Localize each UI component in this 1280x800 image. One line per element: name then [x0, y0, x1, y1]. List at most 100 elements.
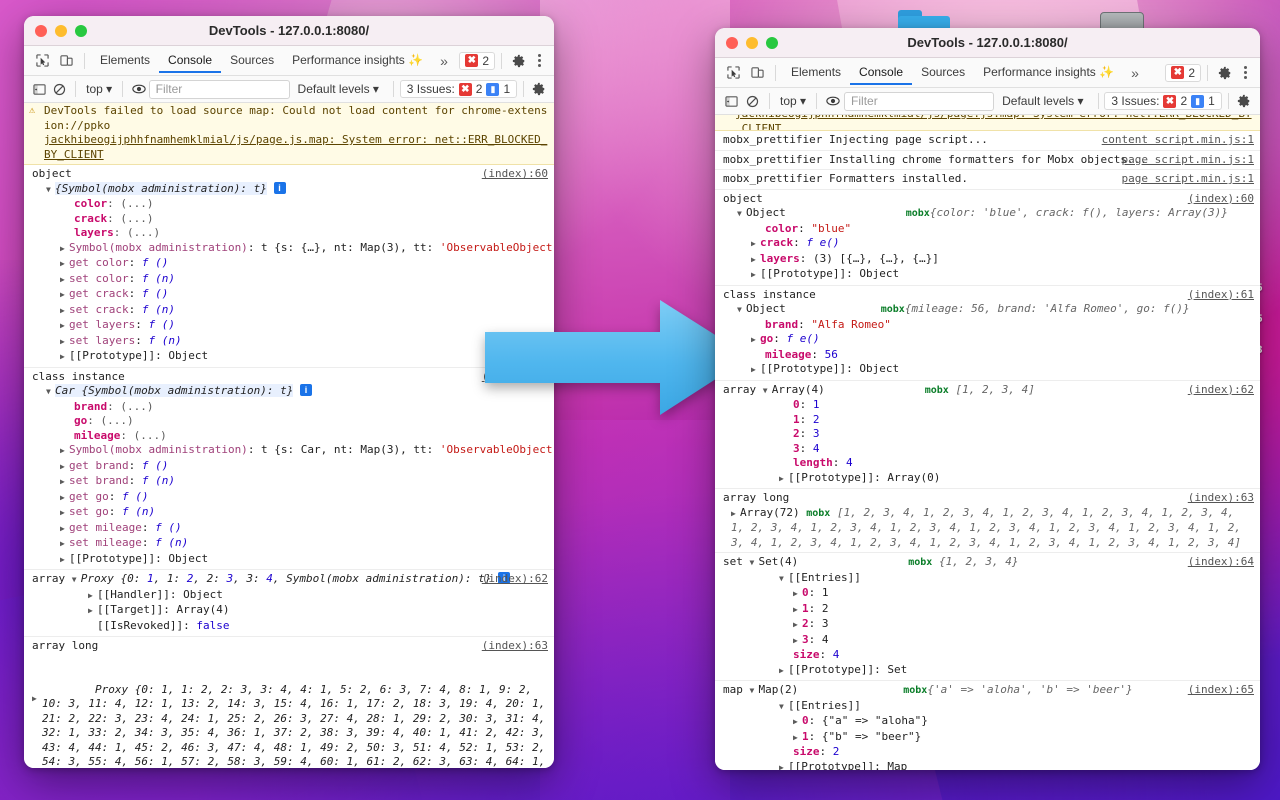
inspect-element-icon[interactable]	[30, 50, 54, 72]
array-long-proxy-text: Proxy {0: 1, 1: 2, 2: 3, 3: 4, 4: 1, 5: …	[42, 683, 552, 769]
console-output-left[interactable]: ⚠ DevTools failed to load source map: Co…	[24, 103, 554, 768]
maximize-button[interactable]	[75, 25, 87, 37]
group-label: set	[723, 555, 743, 568]
settings-gear-icon[interactable]	[1214, 62, 1236, 84]
device-toolbar-icon[interactable]	[745, 62, 769, 84]
error-count-badge[interactable]: ✖ 2	[1165, 64, 1201, 82]
source-link[interactable]: page script.min.js:1	[1122, 172, 1254, 187]
info-icon[interactable]: i	[274, 182, 286, 194]
more-options-icon[interactable]	[530, 50, 548, 72]
source-link[interactable]: content script.min.js:1	[1102, 133, 1254, 148]
tab-console[interactable]: Console	[850, 60, 912, 85]
console-group-array-long[interactable]: (index):63 array long Array(72) mobx [1,…	[715, 489, 1260, 553]
source-link[interactable]: (index):61	[1188, 288, 1254, 303]
object-header[interactable]: Map(2)	[759, 683, 799, 696]
tab-performance-insights[interactable]: Performance insights ✨	[283, 48, 432, 73]
issues-badge[interactable]: 3 Issues: ✖ 2 ▮ 1	[400, 80, 517, 98]
more-options-icon[interactable]	[1236, 62, 1254, 84]
maximize-button[interactable]	[766, 37, 778, 49]
console-group-class-instance[interactable]: (index):61 class instance Objectmobx{mil…	[715, 286, 1260, 381]
object-header[interactable]: {Symbol(mobx administration): t}	[55, 182, 267, 195]
mobx-tag: mobx	[881, 304, 905, 315]
minimize-button[interactable]	[55, 25, 67, 37]
source-map-warning: jackhibeogijphhfnamhemklmial/js/page.js.…	[715, 115, 1260, 131]
filter-input[interactable]	[149, 80, 290, 99]
issues-error-icon: ✖	[1163, 95, 1176, 108]
object-preview: [1, 2, 3, 4]	[955, 383, 1034, 396]
log-line[interactable]: content script.min.js:1 mobx_prettifier …	[715, 131, 1260, 151]
tab-sources[interactable]: Sources	[221, 48, 283, 73]
log-level-selector[interactable]: Default levels ▾	[994, 94, 1091, 108]
log-line[interactable]: page script.min.js:1 mobx_prettifier For…	[715, 170, 1260, 190]
filter-input[interactable]	[844, 92, 994, 111]
execution-context-selector[interactable]: top ▾	[82, 82, 116, 96]
console-group-set[interactable]: (index):64 set Set(4)mobx {1, 2, 3, 4} […	[715, 553, 1260, 681]
close-button[interactable]	[35, 25, 47, 37]
settings-gear-icon[interactable]	[508, 50, 530, 72]
live-expression-eye-icon[interactable]	[129, 78, 149, 100]
console-output-right[interactable]: jackhibeogijphhfnamhemklmial/js/page.js.…	[715, 115, 1260, 770]
source-link[interactable]: (index):64	[1188, 555, 1254, 570]
group-label: array	[723, 383, 756, 396]
more-tabs-icon[interactable]: »	[432, 53, 456, 69]
source-link[interactable]: (index):63	[482, 639, 548, 654]
devtools-window-left[interactable]: DevTools - 127.0.0.1:8080/ Elements Cons…	[24, 16, 554, 768]
console-sidebar-icon[interactable]	[30, 78, 50, 100]
source-link[interactable]: (index):60	[1188, 192, 1254, 207]
console-group-object[interactable]: (index):60 object Objectmobx{color: 'blu…	[715, 190, 1260, 286]
tabbar-left: Elements Console Sources Performance ins…	[24, 46, 554, 76]
tabbar-right: Elements Console Sources Performance ins…	[715, 58, 1260, 88]
device-toolbar-icon[interactable]	[54, 50, 78, 72]
source-link[interactable]: (index):62	[1188, 383, 1254, 398]
console-group-array[interactable]: (index):62 array Array(4)mobx [1, 2, 3, …	[715, 381, 1260, 490]
object-header[interactable]: Car {Symbol(mobx administration): t}	[55, 384, 293, 397]
info-icon[interactable]: i	[300, 384, 312, 396]
console-group-object[interactable]: (index):60 object {Symbol(mobx administr…	[24, 165, 554, 368]
devtools-window-right[interactable]: DevTools - 127.0.0.1:8080/ Elements Cons…	[715, 28, 1260, 770]
window-controls-left[interactable]	[24, 25, 87, 37]
console-toolbar-right: top ▾ Default levels ▾ 3 Issues: ✖ 2 ▮ 1	[715, 88, 1260, 115]
object-header[interactable]: Object	[746, 302, 786, 315]
console-sidebar-icon[interactable]	[721, 90, 742, 112]
tab-console[interactable]: Console	[159, 48, 221, 73]
inspect-element-icon[interactable]	[721, 62, 745, 84]
source-link[interactable]: (index):63	[1188, 491, 1254, 506]
console-group-map[interactable]: (index):65 map Map(2)mobx{'a' => 'aloha'…	[715, 681, 1260, 770]
clear-console-icon[interactable]	[50, 78, 70, 100]
tab-elements[interactable]: Elements	[91, 48, 159, 73]
desktop-band	[540, 0, 730, 800]
object-header[interactable]: Object	[746, 206, 786, 219]
mobx-tag: mobx	[806, 508, 830, 519]
execution-context-selector[interactable]: top ▾	[776, 94, 810, 108]
source-link[interactable]: (index):61	[482, 370, 548, 385]
source-link[interactable]: (index):60	[482, 167, 548, 182]
object-header[interactable]: Array(4)	[772, 383, 825, 396]
group-label: class instance	[32, 370, 548, 385]
error-count: 2	[1188, 66, 1195, 80]
source-link[interactable]: page script.min.js:1	[1122, 153, 1254, 168]
group-label: object	[32, 167, 548, 182]
tab-elements[interactable]: Elements	[782, 60, 850, 85]
source-link[interactable]: (index):62	[482, 572, 548, 587]
window-controls-right[interactable]	[715, 37, 778, 49]
object-header[interactable]: Set(4)	[759, 555, 799, 568]
live-expression-eye-icon[interactable]	[823, 90, 844, 112]
issues-badge[interactable]: 3 Issues: ✖ 2 ▮ 1	[1104, 92, 1221, 110]
console-settings-gear-icon[interactable]	[1235, 90, 1254, 112]
minimize-button[interactable]	[746, 37, 758, 49]
more-tabs-icon[interactable]: »	[1123, 65, 1147, 81]
console-group-array-long[interactable]: (index):63 array long Proxy {0: 1, 1: 2,…	[24, 637, 554, 768]
console-group-array[interactable]: (index):62 array Proxy {0: 1, 1: 2, 2: 3…	[24, 570, 554, 637]
source-link[interactable]: (index):65	[1188, 683, 1254, 698]
log-level-selector[interactable]: Default levels ▾	[290, 82, 387, 96]
tab-performance-insights[interactable]: Performance insights ✨	[974, 60, 1123, 85]
warning-line-1: DevTools failed to load source map: Coul…	[44, 104, 547, 132]
clear-console-icon[interactable]	[742, 90, 763, 112]
close-button[interactable]	[726, 37, 738, 49]
console-group-class-instance[interactable]: (index):61 class instance Car {Symbol(mo…	[24, 368, 554, 571]
error-count-badge[interactable]: ✖ 2	[459, 52, 495, 70]
object-header[interactable]: Array(72)	[740, 506, 800, 519]
log-line[interactable]: page script.min.js:1 mobx_prettifier Ins…	[715, 151, 1260, 171]
tab-sources[interactable]: Sources	[912, 60, 974, 85]
console-settings-gear-icon[interactable]	[530, 78, 548, 100]
